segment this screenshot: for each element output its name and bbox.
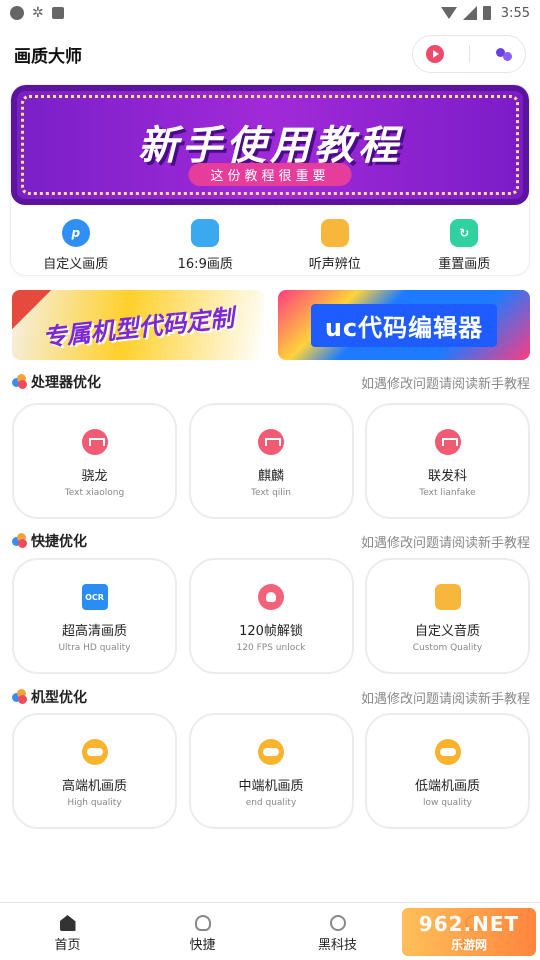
audio-icon (434, 584, 461, 610)
tile-120fps[interactable]: 120帧解锁 120 FPS unlock (188, 558, 354, 674)
compass-icon (329, 915, 346, 931)
notification-dot-icon (10, 6, 24, 20)
nav-label: 快捷 (189, 938, 216, 953)
tile-ultra-hd[interactable]: OCR 超高清画质 Ultra HD quality (12, 558, 177, 674)
tile-subtitle: Custom Quality (412, 643, 483, 653)
tile-grid-device: 高端机画质 High quality 中端机画质 end quality 低端机… (12, 713, 530, 829)
tile-title: 骁龙 (81, 469, 108, 484)
home-icon (59, 915, 76, 931)
nav-home[interactable]: 首页 (0, 903, 135, 960)
tile-kirin[interactable]: 麒麟 Text qilin (188, 403, 354, 519)
app-title: 画质大师 (14, 46, 82, 67)
tile-subtitle: end quality (245, 798, 297, 808)
tile-subtitle: Text qilin (251, 488, 291, 498)
nav-black-tech[interactable]: 黑科技 (270, 903, 405, 960)
banner-subtitle: 这份教程很重要 (188, 163, 352, 186)
tile-title: 联发科 (427, 469, 467, 484)
tile-custom-audio[interactable]: 自定义音质 Custom Quality (365, 558, 530, 674)
tile-subtitle: Text lianfake (419, 488, 476, 498)
tile-subtitle: low quality (422, 798, 473, 808)
tile-mid-end[interactable]: 中端机画质 end quality (188, 713, 354, 829)
ocr-icon: OCR (81, 584, 108, 610)
quick-action-reset-quality[interactable]: ↻ 重置画质 (404, 219, 524, 272)
app-notification-icon (51, 7, 64, 19)
tile-title: 低端机画质 (414, 779, 480, 794)
gamepad-icon (194, 915, 211, 931)
quick-action-label: 重置画质 (438, 257, 491, 272)
audio-position-icon (320, 219, 349, 247)
section-header-quick: 快捷优化 如遇修改问题请阅读新手教程 (12, 530, 530, 552)
cloud-icon (81, 739, 108, 765)
quick-action-16-9[interactable]: 16:9画质 (145, 219, 265, 272)
promo-uc-code-editor[interactable]: uc代码编辑器 (278, 290, 530, 360)
section-title: 快捷优化 (31, 534, 87, 550)
header-action-pill (412, 35, 526, 73)
battery-icon (482, 6, 491, 20)
nav-quick[interactable]: 快捷 (135, 903, 270, 960)
reset-icon: ↻ (450, 219, 479, 247)
status-left: ✲ (10, 5, 64, 21)
section-header-device: 机型优化 如遇修改问题请阅读新手教程 (12, 686, 530, 708)
wifi-icon (440, 7, 457, 19)
quick-action-label: 16:9画质 (177, 257, 233, 272)
signal-icon (462, 6, 477, 20)
tile-title: 高端机画质 (61, 779, 127, 794)
quick-action-audio-position[interactable]: 听声辨位 (275, 219, 395, 272)
chip-icon (434, 429, 461, 455)
tile-subtitle: Ultra HD quality (58, 643, 131, 653)
tile-subtitle: High quality (67, 798, 122, 808)
p-logo-icon: p (61, 219, 90, 247)
cloud-icon (434, 739, 461, 765)
tile-title: 超高清画质 (61, 624, 127, 639)
status-bar: ✲ 3:55 (0, 0, 540, 26)
nav-label: 黑科技 (317, 938, 357, 953)
nav-label: 首页 (54, 938, 81, 953)
bug-icon: ✲ (32, 5, 44, 21)
section-logo-icon (12, 533, 28, 549)
section-hint[interactable]: 如遇修改问题请阅读新手教程 (361, 532, 530, 551)
tile-snapdragon[interactable]: 骁龙 Text xiaolong (12, 403, 177, 519)
quick-action-custom-quality[interactable]: p 自定义画质 (16, 219, 136, 272)
section-logo-icon (12, 374, 28, 390)
screen-ratio-icon (191, 219, 220, 247)
section-header-processor: 处理器优化 如遇修改问题请阅读新手教程 (12, 371, 530, 393)
tile-grid-processor: 骁龙 Text xiaolong 麒麟 Text qilin 联发科 Text … (12, 403, 530, 519)
quick-actions-row: p 自定义画质 16:9画质 听声辨位 ↻ 重置画质 (11, 205, 529, 272)
chip-icon (81, 429, 108, 455)
fps-icon (258, 584, 284, 610)
quick-action-label: 自定义画质 (43, 257, 109, 272)
cloud-icon (258, 739, 284, 765)
section-hint[interactable]: 如遇修改问题请阅读新手教程 (361, 688, 530, 707)
section-logo-icon (12, 689, 28, 705)
section-title: 机型优化 (31, 690, 87, 706)
watermark-top: 962.NET (418, 911, 520, 936)
tile-high-end[interactable]: 高端机画质 High quality (12, 713, 177, 829)
quick-action-label: 听声辨位 (308, 257, 361, 272)
tile-subtitle: 120 FPS unlock (236, 643, 306, 653)
tutorial-banner[interactable]: 新手使用教程 这份教程很重要 (11, 85, 529, 205)
tile-subtitle: Text xiaolong (64, 488, 125, 498)
watermark-bottom: 乐游网 (450, 937, 487, 952)
promo-row: 专属机型代码定制 uc代码编辑器 (12, 290, 530, 360)
tile-title: 麒麟 (257, 469, 284, 484)
play-icon[interactable] (425, 45, 444, 63)
tile-title: 中端机画质 (238, 779, 304, 794)
promo-text: uc代码编辑器 (310, 303, 498, 347)
tile-low-end[interactable]: 低端机画质 low quality (365, 713, 530, 829)
status-right: 3:55 (440, 5, 530, 21)
tile-title: 自定义音质 (414, 624, 480, 639)
tutorial-card: 新手使用教程 这份教程很重要 p 自定义画质 16:9画质 听声辨位 ↻ 重置画… (10, 84, 530, 276)
mini-program-icon[interactable] (495, 45, 513, 63)
tile-grid-quick: OCR 超高清画质 Ultra HD quality 120帧解锁 120 FP… (12, 558, 530, 674)
chip-icon (258, 429, 284, 455)
pill-divider (468, 45, 470, 63)
section-hint[interactable]: 如遇修改问题请阅读新手教程 (361, 373, 530, 392)
site-watermark: 962.NET 乐游网 (402, 908, 536, 956)
tile-mediatek[interactable]: 联发科 Text lianfake (365, 403, 530, 519)
app-header: 画质大师 (0, 34, 540, 74)
tile-title: 120帧解锁 (239, 624, 303, 639)
section-title: 处理器优化 (31, 375, 101, 391)
status-time: 3:55 (500, 5, 530, 21)
promo-custom-model-code[interactable]: 专属机型代码定制 (12, 290, 264, 360)
